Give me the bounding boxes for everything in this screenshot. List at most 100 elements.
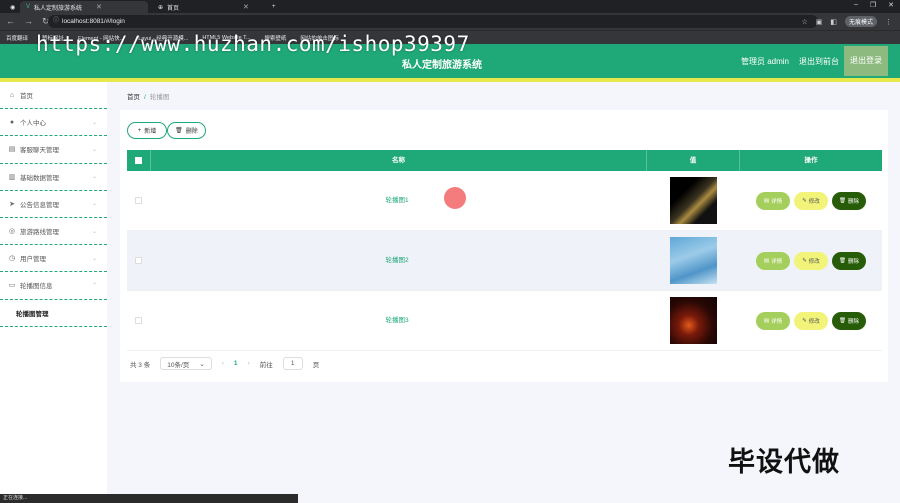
carousel-image bbox=[670, 177, 717, 224]
globe-icon: ⊕ bbox=[158, 4, 164, 11]
edit-button[interactable]: ✎ 修改 bbox=[794, 192, 828, 210]
chevron-down-icon: ⌄ bbox=[199, 360, 205, 368]
detail-button[interactable]: ▤ 详情 bbox=[756, 192, 790, 210]
back-icon[interactable]: ← bbox=[6, 16, 15, 27]
page-number[interactable]: 1 bbox=[234, 360, 238, 367]
pagination: 共 3 条 10条/页 ⌄ ‹ 1 › 前往 1 页 bbox=[130, 357, 319, 370]
breadcrumb-home[interactable]: 首页 bbox=[127, 94, 140, 101]
menu-dots-icon[interactable]: ⋮ bbox=[885, 18, 892, 26]
browser-tab[interactable]: ⊕ 首页 ✕ bbox=[152, 1, 262, 13]
document-icon: ▤ bbox=[763, 198, 770, 204]
chevron-down-icon: ⌄ bbox=[91, 255, 97, 262]
close-tab-icon[interactable]: ✕ bbox=[96, 3, 102, 11]
goto-page-input[interactable]: 1 bbox=[282, 357, 303, 370]
clock-icon: ◷ bbox=[8, 255, 16, 263]
extension-icon[interactable]: ▣ bbox=[816, 18, 823, 26]
edit-icon: ✎ bbox=[802, 258, 807, 264]
address-row: ← → ↻ ⓘ localhost:8081/#/login ☆ ▣ ◧ 无痕模… bbox=[0, 13, 900, 30]
click-indicator bbox=[444, 187, 466, 209]
chevron-down-icon: ⌄ bbox=[91, 228, 97, 235]
table-row: 轮播图1 ▤ 详情 ✎ 修改 🗑 删除 bbox=[127, 171, 882, 231]
breadcrumb: 首页 / 轮播图 bbox=[127, 94, 170, 101]
corner-caption: 毕设代做 bbox=[728, 447, 840, 477]
row-delete-button[interactable]: 🗑 删除 bbox=[832, 312, 866, 330]
select-all-checkbox[interactable] bbox=[127, 150, 151, 171]
compass-icon: ◎ bbox=[8, 228, 16, 236]
sidebar: ⌂ 首页 ● 个人中心 ⌄ ▤ 客服聊天管理 ⌄ ▥ 基础数据管理 ⌄ ➤ 公告… bbox=[0, 82, 107, 503]
page-size-select[interactable]: 10条/页 ⌄ bbox=[160, 357, 212, 370]
watermark-url: https://www.huzhan.com/ishop39397 bbox=[36, 32, 470, 56]
bookmark-item[interactable]: 百度翻译 bbox=[6, 34, 28, 42]
edit-icon: ✎ bbox=[802, 318, 807, 324]
chevron-down-icon: ⌄ bbox=[91, 174, 97, 181]
trash-icon: 🗑 bbox=[175, 128, 183, 134]
column-header-ops: 操作 bbox=[804, 157, 818, 164]
chat-icon: ▤ bbox=[8, 146, 16, 154]
plus-icon: + bbox=[137, 127, 142, 134]
document-icon: ▤ bbox=[763, 318, 770, 324]
minimize-icon[interactable]: – bbox=[854, 1, 858, 9]
page-unit-label: 页 bbox=[312, 361, 320, 369]
add-button[interactable]: + 新增 bbox=[127, 122, 167, 139]
info-icon[interactable]: ⓘ bbox=[53, 15, 59, 28]
row-checkbox[interactable] bbox=[135, 317, 142, 324]
url-text: localhost:8081/#/login bbox=[62, 18, 125, 25]
chevron-down-icon: ⌄ bbox=[91, 146, 97, 153]
edit-button[interactable]: ✎ 修改 bbox=[794, 312, 828, 330]
incognito-badge[interactable]: 无痕模式 bbox=[844, 16, 877, 27]
sidebar-item-users[interactable]: ◷ 用户管理 ⌄ bbox=[0, 245, 107, 273]
sidebar-item-chat[interactable]: ▤ 客服聊天管理 ⌄ bbox=[0, 136, 107, 164]
detail-button[interactable]: ▤ 详情 bbox=[756, 312, 790, 330]
tab-title: 首页 bbox=[167, 5, 180, 12]
sidebar-item-profile[interactable]: ● 个人中心 ⌄ bbox=[0, 109, 107, 137]
sidebar-subitem-carousel-manage[interactable]: 轮播图管理 bbox=[0, 300, 107, 327]
header-accent-bar bbox=[0, 78, 900, 82]
browser-tab-active[interactable]: V 私人定制旅游系统 ✕ bbox=[20, 1, 148, 13]
next-page-icon[interactable]: › bbox=[248, 360, 250, 367]
trash-icon: 🗑 bbox=[839, 318, 846, 324]
media-icon[interactable]: ◧ bbox=[830, 18, 837, 26]
document-icon: ▤ bbox=[763, 258, 770, 264]
row-delete-button[interactable]: 🗑 删除 bbox=[832, 192, 866, 210]
chevron-down-icon: ⌄ bbox=[91, 201, 97, 208]
send-icon: ➤ bbox=[9, 200, 15, 208]
carousel-image bbox=[670, 297, 717, 344]
close-tab-icon[interactable]: ✕ bbox=[243, 3, 249, 11]
edit-button[interactable]: ✎ 修改 bbox=[794, 252, 828, 270]
row-name: 轮播图2 bbox=[385, 257, 409, 264]
prev-page-icon[interactable]: ‹ bbox=[222, 360, 224, 367]
chevron-down-icon: ⌄ bbox=[91, 119, 97, 126]
sidebar-item-basic-data[interactable]: ▥ 基础数据管理 ⌄ bbox=[0, 164, 107, 191]
column-header-value: 值 bbox=[647, 150, 740, 171]
table-row: 轮播图2 ▤ 详情 ✎ 修改 🗑 删除 bbox=[127, 231, 882, 291]
back-to-front-link[interactable]: 退出到前台 bbox=[794, 56, 844, 67]
tab-title: 私人定制旅游系统 bbox=[34, 5, 83, 12]
restore-icon[interactable]: ❐ bbox=[870, 1, 876, 9]
detail-button[interactable]: ▤ 详情 bbox=[756, 252, 790, 270]
total-count: 共 3 条 bbox=[130, 361, 151, 369]
forward-icon[interactable]: → bbox=[24, 16, 33, 27]
sidebar-item-route[interactable]: ◎ 旅游路线管理 ⌄ bbox=[0, 218, 107, 246]
new-tab-icon[interactable]: + bbox=[266, 1, 282, 13]
trash-icon: 🗑 bbox=[839, 198, 846, 204]
sidebar-item-carousel[interactable]: ▭ 轮播图信息 ⌃ bbox=[0, 272, 107, 300]
store-icon: ▥ bbox=[8, 173, 16, 181]
trash-icon: 🗑 bbox=[839, 258, 846, 264]
close-window-icon[interactable]: ✕ bbox=[888, 1, 894, 9]
row-checkbox[interactable] bbox=[135, 197, 142, 204]
delete-button[interactable]: 🗑 删除 bbox=[167, 122, 206, 139]
browser-status-bar: 正在连接... bbox=[0, 494, 298, 503]
window-controls: – ❐ ✕ bbox=[854, 1, 894, 9]
address-bar[interactable]: ⓘ localhost:8081/#/login bbox=[48, 15, 818, 28]
browser-menu-icon[interactable]: ◉ bbox=[4, 1, 21, 13]
home-icon: ⌂ bbox=[9, 91, 15, 99]
breadcrumb-current: 轮播图 bbox=[149, 94, 170, 101]
table-row: 轮播图3 ▤ 详情 ✎ 修改 🗑 删除 bbox=[127, 291, 882, 351]
row-delete-button[interactable]: 🗑 删除 bbox=[832, 252, 866, 270]
row-checkbox[interactable] bbox=[135, 257, 142, 264]
sidebar-item-home[interactable]: ⌂ 首页 bbox=[0, 82, 107, 110]
sidebar-item-notice[interactable]: ➤ 公告信息管理 ⌄ bbox=[0, 191, 107, 218]
goto-label: 前往 bbox=[259, 361, 273, 369]
star-icon[interactable]: ☆ bbox=[801, 18, 807, 26]
logout-button[interactable]: 退出登录 bbox=[844, 46, 888, 76]
